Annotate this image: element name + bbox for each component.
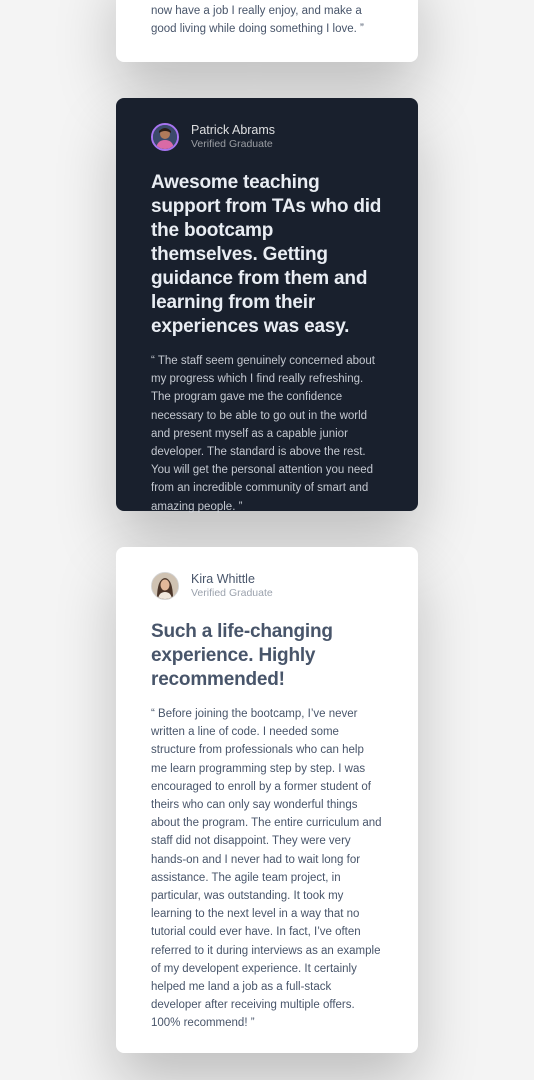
author-role: Verified Graduate <box>191 138 273 150</box>
avatar <box>151 572 179 600</box>
person-avatar-icon <box>153 125 177 149</box>
testimonials-page: now have a job I really enjoy, and make … <box>0 0 534 1080</box>
testimonial-author: Patrick Abrams Verified Graduate <box>151 122 383 152</box>
testimonial-card-kira: Kira Whittle Verified Graduate Such a li… <box>116 547 418 1053</box>
testimonial-quote: “ The staff seem genuinely concerned abo… <box>151 355 375 513</box>
author-name: Kira Whittle <box>191 572 255 586</box>
testimonial-card-patrick: Patrick Abrams Verified Graduate Awesome… <box>116 98 418 513</box>
testimonial-quote: now have a job I really enjoy, and make … <box>151 4 364 35</box>
person-avatar-icon <box>152 573 178 599</box>
author-name: Patrick Abrams <box>191 123 276 137</box>
testimonial-headline: Awesome teaching support from TAs who di… <box>151 172 382 337</box>
author-role: Verified Graduate <box>191 587 273 599</box>
testimonial-quote: “ Before joining the bootcamp, I’ve neve… <box>151 708 382 1030</box>
avatar <box>151 123 179 151</box>
testimonial-card-previous: now have a job I really enjoy, and make … <box>116 0 418 62</box>
testimonial-author: Kira Whittle Verified Graduate <box>151 571 383 601</box>
testimonial-headline: Such a life-changing experience. Highly … <box>151 621 333 690</box>
